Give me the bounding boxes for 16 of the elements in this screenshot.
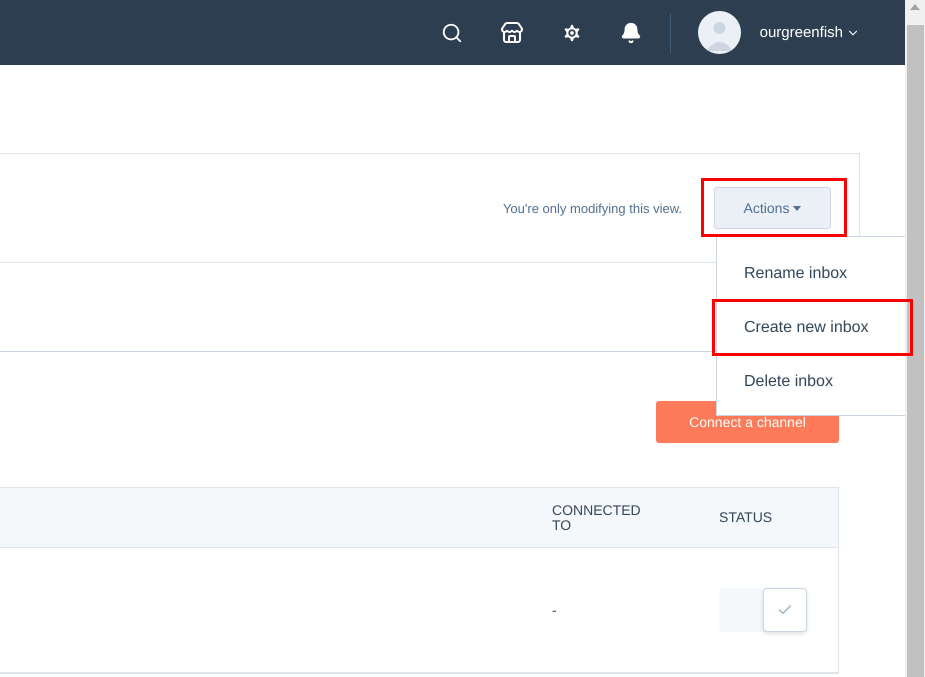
scrollbar-thumb[interactable] xyxy=(906,25,924,677)
status-toggle[interactable] xyxy=(719,588,807,632)
store-icon[interactable] xyxy=(500,20,524,44)
menu-item[interactable]: Rename inbox xyxy=(717,247,905,301)
column-header: STATUS xyxy=(719,510,774,525)
column-header: CONNECTED TO xyxy=(552,502,642,532)
user-menu[interactable]: ourgreenfish xyxy=(760,24,860,41)
bell-icon[interactable] xyxy=(620,22,642,44)
note-text: You're only modifying this view. xyxy=(502,200,682,216)
search-icon[interactable] xyxy=(440,22,463,44)
menu-item[interactable]: Create new inbox xyxy=(717,301,905,355)
scrollbar[interactable] xyxy=(905,0,925,677)
avatar[interactable] xyxy=(698,11,741,54)
table-cell-text: - xyxy=(552,602,558,618)
actions-button[interactable]: Actions xyxy=(714,187,831,229)
caret-icon xyxy=(793,206,802,210)
